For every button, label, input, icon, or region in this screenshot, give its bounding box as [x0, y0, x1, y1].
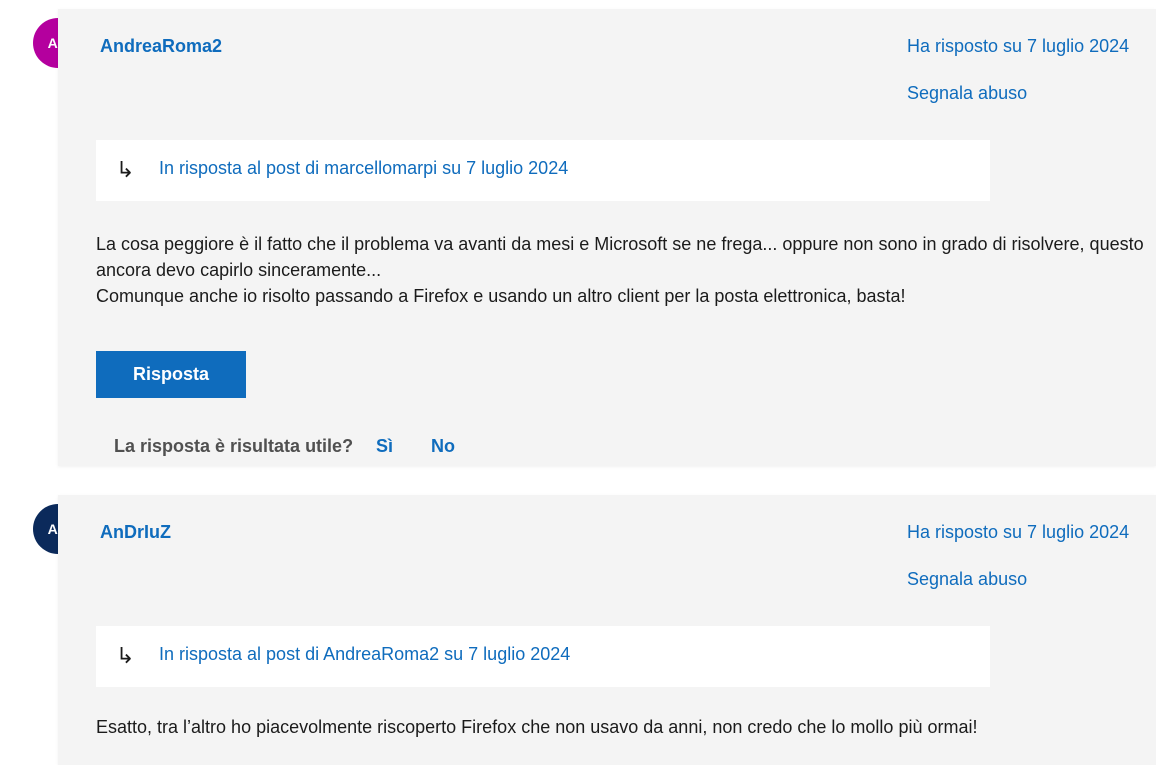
reply-arrow-icon: ↳ [116, 157, 135, 182]
reply-arrow-icon: ↳ [116, 643, 135, 668]
post-body-line: Esatto, tra l’altro ho piacevolmente ris… [96, 717, 978, 737]
report-abuse-link[interactable]: Segnala abuso [907, 83, 1027, 104]
post-body: La cosa peggiore è il fatto che il probl… [96, 231, 1146, 309]
author-link[interactable]: AnDrIuZ [100, 522, 171, 543]
post-body: Esatto, tra l’altro ho piacevolmente ris… [96, 714, 1146, 740]
author-link[interactable]: AndreaRoma2 [100, 36, 222, 57]
vote-no-button[interactable]: No [431, 436, 455, 457]
quoted-reference: ↳ In risposta al post di AndreaRoma2 su … [96, 626, 990, 687]
vote-yes-button[interactable]: Sì [376, 436, 393, 457]
in-reply-to-link[interactable]: In risposta al post di marcellomarpi su … [159, 158, 568, 179]
post-body-line: Comunque anche io risolto passando a Fir… [96, 286, 906, 306]
reply-button[interactable]: Risposta [96, 351, 246, 398]
quoted-reference: ↳ In risposta al post di marcellomarpi s… [96, 140, 990, 201]
in-reply-to-link[interactable]: In risposta al post di AndreaRoma2 su 7 … [159, 644, 570, 665]
post-body-line: La cosa peggiore è il fatto che il probl… [96, 234, 1144, 280]
reply-post: AnDrIuZ Ha risposto su 7 luglio 2024 Seg… [58, 495, 1156, 765]
replied-date[interactable]: Ha risposto su 7 luglio 2024 [907, 36, 1129, 57]
replied-date[interactable]: Ha risposto su 7 luglio 2024 [907, 522, 1129, 543]
report-abuse-link[interactable]: Segnala abuso [907, 569, 1027, 590]
helpful-question: La risposta è risultata utile? [114, 436, 354, 456]
reply-post: AndreaRoma2 Ha risposto su 7 luglio 2024… [58, 9, 1156, 466]
